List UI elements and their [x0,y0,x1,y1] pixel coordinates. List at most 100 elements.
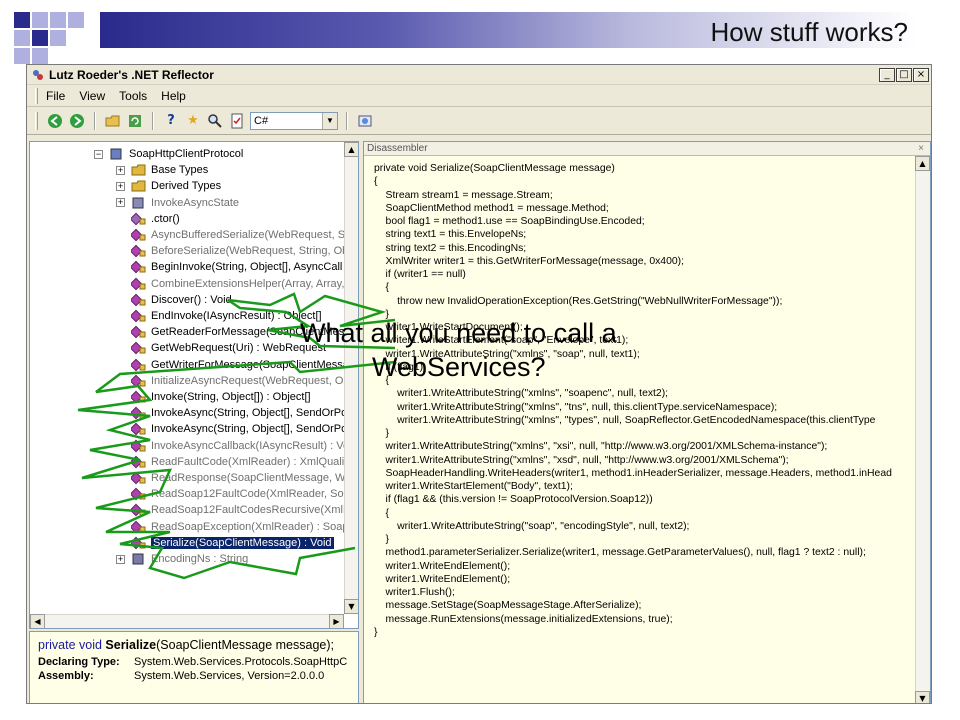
signature-method-name[interactable]: Serialize [105,638,156,652]
deco-square [50,30,66,46]
code-line: if (writer1 == null) [374,269,466,280]
code-line: writer1.WriteEndElement(); [374,573,511,585]
info-value[interactable]: System.Web.Services, Version=2.0.0.0 [134,670,324,682]
callout-text: What all you need to call a WebServices? [300,316,617,384]
menu-help[interactable]: Help [161,89,186,103]
reflector-app-icon [33,69,43,80]
code-line: { [374,507,390,519]
method-icon [129,536,147,550]
method-icon [129,341,147,355]
bookmark-icon[interactable] [228,112,246,130]
code-line: message.SetStage(SoapMessageStage.AfterS… [374,600,642,612]
tree-item[interactable]: ReadSoapException(XmlReader) : SoapE [116,519,356,535]
tree-item-label: InvokeAsync(String, Object[], SendOrPo [151,423,348,436]
open-icon[interactable] [104,112,122,130]
tree-item[interactable]: BeforeSerialize(WebRequest, String, Obj [116,243,351,259]
toolbar-grip [35,111,38,130]
chevron-down-icon[interactable]: ▼ [322,112,337,129]
minimize-button[interactable]: _ [879,67,895,82]
close-icon[interactable]: × [918,143,924,154]
tree-item[interactable]: BeginInvoke(String, Object[], AsyncCall [116,259,342,275]
code-line: } [374,428,390,439]
code-vertical-scrollbar[interactable]: ▲ ▼ [915,156,930,703]
method-icon [129,244,147,258]
toolbar-separator [94,111,96,130]
method-icon [129,277,147,291]
tree-item[interactable]: Discover() : Void [116,292,232,308]
scroll-down-button[interactable]: ▼ [344,599,358,614]
menu-file[interactable]: File [46,89,65,103]
tree-item-label: ReadSoapException(XmlReader) : SoapE [151,520,356,533]
signature-params: (SoapClientMessage message); [156,638,335,652]
search-icon[interactable] [206,112,224,130]
close-button[interactable]: × [913,67,929,82]
tree-item[interactable]: CombineExtensionsHelper(Array, Array, [116,276,344,292]
tree-item[interactable]: GetWebRequest(Uri) : WebRequest [116,340,326,356]
tree-item[interactable]: ReadSoap12FaultCodesRecursive(XmlRe [116,502,357,518]
member-signature: private void Serialize(SoapClientMessage… [38,638,350,652]
back-icon[interactable] [46,112,64,130]
help-icon[interactable]: ? [162,112,180,130]
scroll-up-button[interactable]: ▲ [915,156,930,171]
scroll-down-button[interactable]: ▼ [915,691,930,703]
tree-item-label: SoapHttpClientProtocol [129,148,244,160]
tree-item[interactable]: InvokeAsync(String, Object[], SendOrPo [116,405,347,421]
code-line: Stream stream1 = message.Stream; [374,189,553,201]
tree-item[interactable]: + Derived Types [116,178,221,194]
info-row-declaring-type: Declaring Type: System.Web.Services.Prot… [38,656,350,668]
tree-item[interactable]: Invoke(String, Object[]) : Object[] [116,389,311,405]
forward-icon[interactable] [68,112,86,130]
tree-item[interactable]: ReadResponse(SoapClientMessage, We [116,470,351,486]
code-line: { [374,282,390,294]
tree-item-label: ReadSoap12FaultCodesRecursive(XmlRe [151,504,358,517]
scroll-right-button[interactable]: ▶ [329,614,344,628]
tree-item[interactable]: + EncodingNs : String [116,551,248,567]
language-select[interactable]: C# ▼ [250,111,338,130]
tree-item[interactable]: + InvokeAsyncState [116,195,239,211]
collapse-icon[interactable]: − [94,149,103,159]
folder-icon [131,179,147,193]
tree-item[interactable]: InvokeAsync(String, Object[], SendOrPo [116,421,347,437]
maximize-button[interactable]: □ [896,67,912,82]
refresh-icon[interactable] [126,112,144,130]
tree-item-label: ReadResponse(SoapClientMessage, We [151,472,352,484]
menu-tools[interactable]: Tools [119,89,147,103]
tree-item[interactable]: + Base Types [116,162,208,178]
tree-item[interactable]: ReadSoap12FaultCode(XmlReader, Soap [116,486,356,502]
scroll-up-button[interactable]: ▲ [344,142,358,157]
expand-icon[interactable]: + [116,181,125,191]
tree-item[interactable]: EndInvoke(IAsyncResult) : Object[] [116,308,322,324]
disassembler-header: Disassembler × [364,142,930,156]
tree-item[interactable]: ReadFaultCode(XmlReader) : XmlQualifie [116,454,356,470]
assembly-browser-tree[interactable]: − SoapHttpClientProtocol + Base Types + Deriv… [29,141,359,629]
favorite-icon[interactable]: ★ [184,112,202,130]
method-icon [129,422,147,436]
disassembler-title: Disassembler [367,143,428,154]
tree-item[interactable]: .ctor() [116,211,180,227]
tree-item[interactable]: Serialize(SoapClientMessage) : Void [116,535,334,551]
expand-icon[interactable]: + [116,198,125,208]
code-line: string text1 = this.EnvelopeNs; [374,229,527,241]
language-value: C# [254,114,269,127]
info-value[interactable]: System.Web.Services.Protocols.SoapHttpC [134,656,347,668]
code-line: string text2 = this.EncodingNs; [374,242,527,254]
method-icon [129,260,147,274]
tree-horizontal-scrollbar[interactable]: ◀ ▶ [30,614,344,628]
disassembled-code: private void Serialize(SoapClientMessage… [374,162,892,639]
web-icon[interactable] [356,112,374,130]
info-key: Assembly: [38,670,94,682]
tree-item[interactable]: InvokeAsyncCallback(IAsyncResult) : Vo [116,438,349,454]
expand-icon[interactable]: + [116,165,125,175]
deco-square [32,12,48,28]
tree-item-label: AsyncBufferedSerialize(WebRequest, St [151,229,349,241]
menu-view[interactable]: View [79,89,105,103]
tree-item[interactable]: AsyncBufferedSerialize(WebRequest, St [116,227,348,243]
slide-title: How stuff works? [710,17,908,47]
scroll-left-button[interactable]: ◀ [30,614,45,628]
method-icon [129,293,147,307]
method-icon [129,309,147,323]
tree-item[interactable]: − SoapHttpClientProtocol [94,146,243,162]
expand-icon[interactable]: + [116,554,125,564]
method-icon [129,406,147,420]
window-titlebar[interactable]: Lutz Roeder's .NET Reflector _ □ × [27,65,931,85]
